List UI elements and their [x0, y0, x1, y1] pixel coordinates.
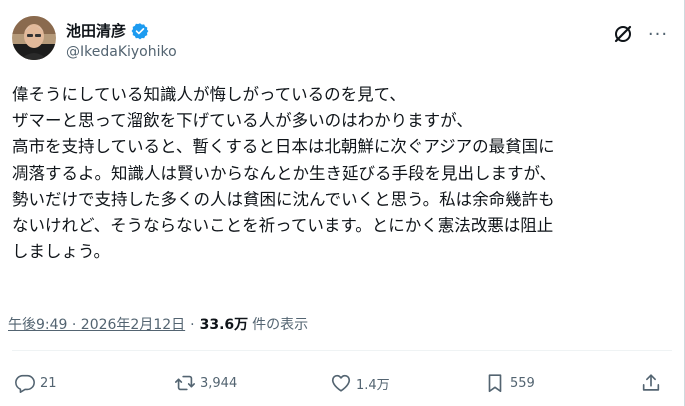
author-name-row: 池田清彦	[66, 20, 149, 41]
tweet-text-line: 勢いだけで支持した多くの人は貧困に沈んでいくと思う。私は余命幾許も	[12, 189, 555, 209]
like-button[interactable]: 1.4万	[330, 372, 390, 394]
tweet-text-line: ないけれど、そうならないことを祈っています。とにかく憲法改悪は阻止	[12, 216, 554, 236]
meta-separator: ·	[190, 317, 195, 333]
tweet-text: 偉そうにしている知識人が悔しがっているのを見て、 ザマーと思って溜飲を下げている…	[12, 82, 672, 265]
views-label: 件の表示	[252, 317, 309, 333]
tweet-meta: 午後9:49 · 2026年2月12日 · 33.6万 件の表示	[8, 314, 308, 334]
author-handle[interactable]: @IkedaKiyohiko	[66, 44, 177, 60]
action-bar: 21 3,944 1.4万 559	[0, 372, 685, 396]
reply-button[interactable]: 21	[14, 372, 57, 394]
timestamp-link[interactable]: 午後9:49 · 2026年2月12日	[8, 314, 185, 334]
tweet-text-line: 偉そうにしている知識人が悔しがっているのを見て、	[12, 85, 406, 104]
bookmark-count: 559	[510, 375, 535, 391]
bookmark-icon	[488, 374, 502, 393]
tweet-text-line: しましょう。	[12, 242, 111, 262]
views-count: 33.6万	[199, 317, 249, 333]
grok-icon[interactable]	[611, 22, 635, 46]
tweet-text-line: ザマーと思って溜飲を下げている人が多いのはわかりますが、	[12, 111, 473, 131]
tweet-text-line: 高市を支持していると、暫くすると日本は北朝鮮に次ぐアジアの最貧国に	[12, 137, 555, 157]
tweet-text-line: 凋落するよ。知識人は賢いからなんとか生き延びる手段を見出しますが、	[12, 163, 557, 183]
avatar[interactable]	[12, 16, 56, 60]
divider	[12, 350, 672, 351]
more-icon[interactable]: ···	[645, 22, 671, 46]
share-button[interactable]	[640, 372, 662, 394]
repost-icon	[175, 375, 195, 391]
share-icon	[642, 374, 660, 391]
repost-count: 3,944	[200, 375, 238, 391]
heart-icon	[331, 374, 351, 392]
author-display-name[interactable]: 池田清彦	[66, 20, 126, 41]
verified-badge-icon[interactable]	[131, 22, 149, 40]
bookmark-button[interactable]: 559	[484, 372, 535, 394]
reply-icon	[15, 374, 35, 393]
avatar-photo	[12, 16, 56, 60]
repost-button[interactable]: 3,944	[174, 372, 237, 394]
reply-count: 21	[40, 375, 57, 391]
tweet-card: 池田清彦 @IkedaKiyohiko ··· 偉そうにしている知識人が悔しがっ…	[0, 0, 685, 406]
like-count: 1.4万	[356, 377, 390, 393]
